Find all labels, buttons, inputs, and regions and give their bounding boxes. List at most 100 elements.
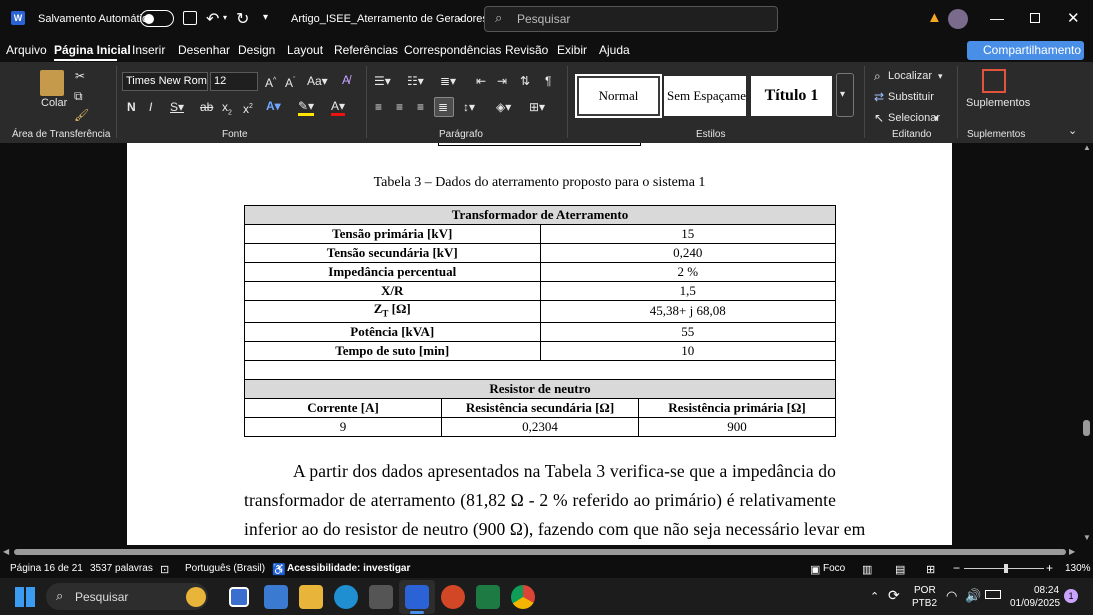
sort-icon[interactable]: ⇅	[520, 74, 530, 88]
highlight-icon[interactable]: ✎▾	[298, 99, 315, 116]
menu-layout[interactable]: Layout	[287, 43, 323, 57]
style-no-spacing[interactable]: Sem Espaçamento	[664, 76, 746, 116]
text-effects-icon[interactable]: A▾	[266, 99, 281, 113]
font-name-box[interactable]: Times New Roma	[122, 72, 208, 91]
volume-icon[interactable]: 🔊	[965, 588, 981, 604]
zoom-in-icon[interactable]: +	[1046, 561, 1053, 575]
scroll-left-icon[interactable]: ◀	[3, 547, 9, 556]
underline-icon[interactable]: S▾	[170, 100, 184, 114]
print-layout-icon[interactable]: ▤	[895, 563, 905, 576]
task-view-icon[interactable]	[229, 587, 249, 607]
restore-icon[interactable]	[1030, 13, 1040, 23]
excel-icon[interactable]	[476, 585, 500, 609]
menu-ajuda[interactable]: Ajuda	[599, 43, 630, 57]
bullets-icon[interactable]: ☰▾	[374, 74, 391, 88]
battery-icon[interactable]	[985, 590, 1001, 599]
increase-indent-icon[interactable]: ⇥	[497, 74, 507, 88]
search-box[interactable]: ⌕ Pesquisar	[484, 6, 778, 32]
numbering-icon[interactable]: ☷▾	[407, 74, 424, 88]
menu-pagina-inicial[interactable]: Página Inicial	[54, 43, 131, 57]
zoom-out-icon[interactable]: −	[953, 561, 960, 575]
warning-icon[interactable]: ▲	[927, 9, 942, 26]
keyboard-lang-line2[interactable]: PTB2	[912, 598, 937, 609]
powerpoint-icon[interactable]	[441, 585, 465, 609]
bold-icon[interactable]: N	[127, 100, 136, 114]
font-color-icon[interactable]: A▾	[331, 99, 346, 116]
scroll-right-icon[interactable]: ▶	[1069, 547, 1075, 556]
document-page[interactable]: Tabela 3 – Dados do aterramento proposto…	[127, 143, 952, 545]
subscript-icon[interactable]: x2	[222, 100, 232, 120]
language-status[interactable]: Português (Brasil)	[185, 563, 265, 574]
menu-inserir[interactable]: Inserir	[132, 43, 165, 57]
menu-desenhar[interactable]: Desenhar	[178, 43, 230, 57]
style-heading-1[interactable]: Título 1	[751, 76, 832, 116]
zoom-level[interactable]: 130%	[1065, 563, 1091, 574]
clock-time[interactable]: 08:24	[1034, 585, 1059, 596]
search-highlight-icon[interactable]	[186, 587, 206, 607]
file-explorer-icon[interactable]	[299, 585, 323, 609]
align-right-icon[interactable]: ≡	[417, 100, 424, 114]
strikethrough-icon[interactable]: ab	[200, 100, 213, 114]
page-count[interactable]: Página 16 de 21	[10, 563, 83, 574]
grow-font-icon[interactable]: A^	[265, 74, 276, 90]
collapse-ribbon-icon[interactable]: ⌄	[1068, 124, 1077, 138]
menu-revisao[interactable]: Revisão	[505, 43, 548, 57]
addins-button[interactable]: Suplementos	[966, 97, 1030, 109]
scroll-down-icon[interactable]: ▼	[1083, 533, 1091, 542]
align-center-icon[interactable]: ≡	[396, 100, 403, 114]
font-size-box[interactable]: 12	[210, 72, 258, 91]
multilevel-list-icon[interactable]: ≣▾	[440, 74, 456, 88]
select-button[interactable]: Selecionar	[888, 112, 940, 124]
addins-icon[interactable]	[982, 69, 1006, 93]
avatar[interactable]	[948, 9, 968, 29]
shrink-font-icon[interactable]: Aˇ	[285, 74, 295, 90]
chrome-icon[interactable]	[511, 585, 535, 609]
show-marks-icon[interactable]: ¶	[545, 74, 551, 88]
line-spacing-icon[interactable]: ↕▾	[463, 100, 475, 114]
close-icon[interactable]: ✕	[1067, 9, 1080, 27]
word-taskbar-icon[interactable]	[405, 585, 429, 609]
copy-icon[interactable]: ⧉	[74, 89, 83, 103]
vertical-scrollbar[interactable]: ▲ ▼	[1081, 143, 1093, 545]
style-normal[interactable]: Normal	[575, 74, 662, 118]
widgets-icon[interactable]	[264, 585, 288, 609]
borders-icon[interactable]: ⊞▾	[529, 100, 545, 114]
accessibility-status[interactable]: Acessibilidade: investigar	[287, 563, 410, 574]
redo-icon[interactable]: ↻	[236, 9, 249, 29]
menu-referencias[interactable]: Referências	[334, 43, 398, 57]
scroll-up-icon[interactable]: ▲	[1083, 143, 1091, 152]
format-painter-icon[interactable]: 🖌	[74, 108, 89, 122]
menu-exibir[interactable]: Exibir	[557, 43, 587, 57]
word-app-icon[interactable]: W	[11, 11, 25, 25]
focus-button[interactable]: Foco	[823, 563, 845, 574]
change-case-icon[interactable]: Aa▾	[307, 74, 328, 88]
paste-button[interactable]: Colar	[41, 97, 67, 109]
menu-arquivo[interactable]: Arquivo	[6, 43, 47, 57]
windows-start-icon[interactable]	[15, 587, 35, 607]
clear-formatting-icon[interactable]: A̸	[342, 73, 350, 87]
share-button[interactable]: Compartilhamento	[967, 41, 1084, 60]
customize-toolbar-icon[interactable]: ▾	[263, 12, 268, 23]
shading-icon[interactable]: ◈▾	[496, 100, 511, 114]
decrease-indent-icon[interactable]: ⇤	[476, 74, 486, 88]
horizontal-scroll-thumb[interactable]	[14, 549, 1066, 555]
zoom-slider-thumb[interactable]	[1004, 564, 1008, 573]
italic-icon[interactable]: I	[149, 100, 152, 114]
store-icon[interactable]	[369, 585, 393, 609]
replace-button[interactable]: Substituir	[888, 91, 934, 103]
undo-icon[interactable]: ↶	[206, 9, 219, 29]
sync-icon[interactable]: ⟳	[888, 587, 900, 604]
menu-correspondencias[interactable]: Correspondências	[404, 43, 501, 57]
keyboard-lang-line1[interactable]: POR	[914, 585, 936, 596]
horizontal-scrollbar[interactable]: ◀ ▶	[0, 545, 1093, 559]
minimize-icon[interactable]: —	[990, 10, 1004, 26]
select-dropdown-icon[interactable]: ▾	[934, 111, 939, 125]
read-mode-icon[interactable]: ▥	[862, 563, 872, 576]
edge-icon[interactable]	[334, 585, 358, 609]
menu-design[interactable]: Design	[238, 43, 275, 57]
undo-dropdown-icon[interactable]: ▾	[223, 13, 227, 22]
word-count[interactable]: 3537 palavras	[90, 563, 153, 574]
find-dropdown-icon[interactable]: ▾	[938, 69, 943, 83]
web-layout-icon[interactable]: ⊞	[926, 563, 935, 576]
show-hidden-icons[interactable]: ⌃	[870, 590, 879, 603]
